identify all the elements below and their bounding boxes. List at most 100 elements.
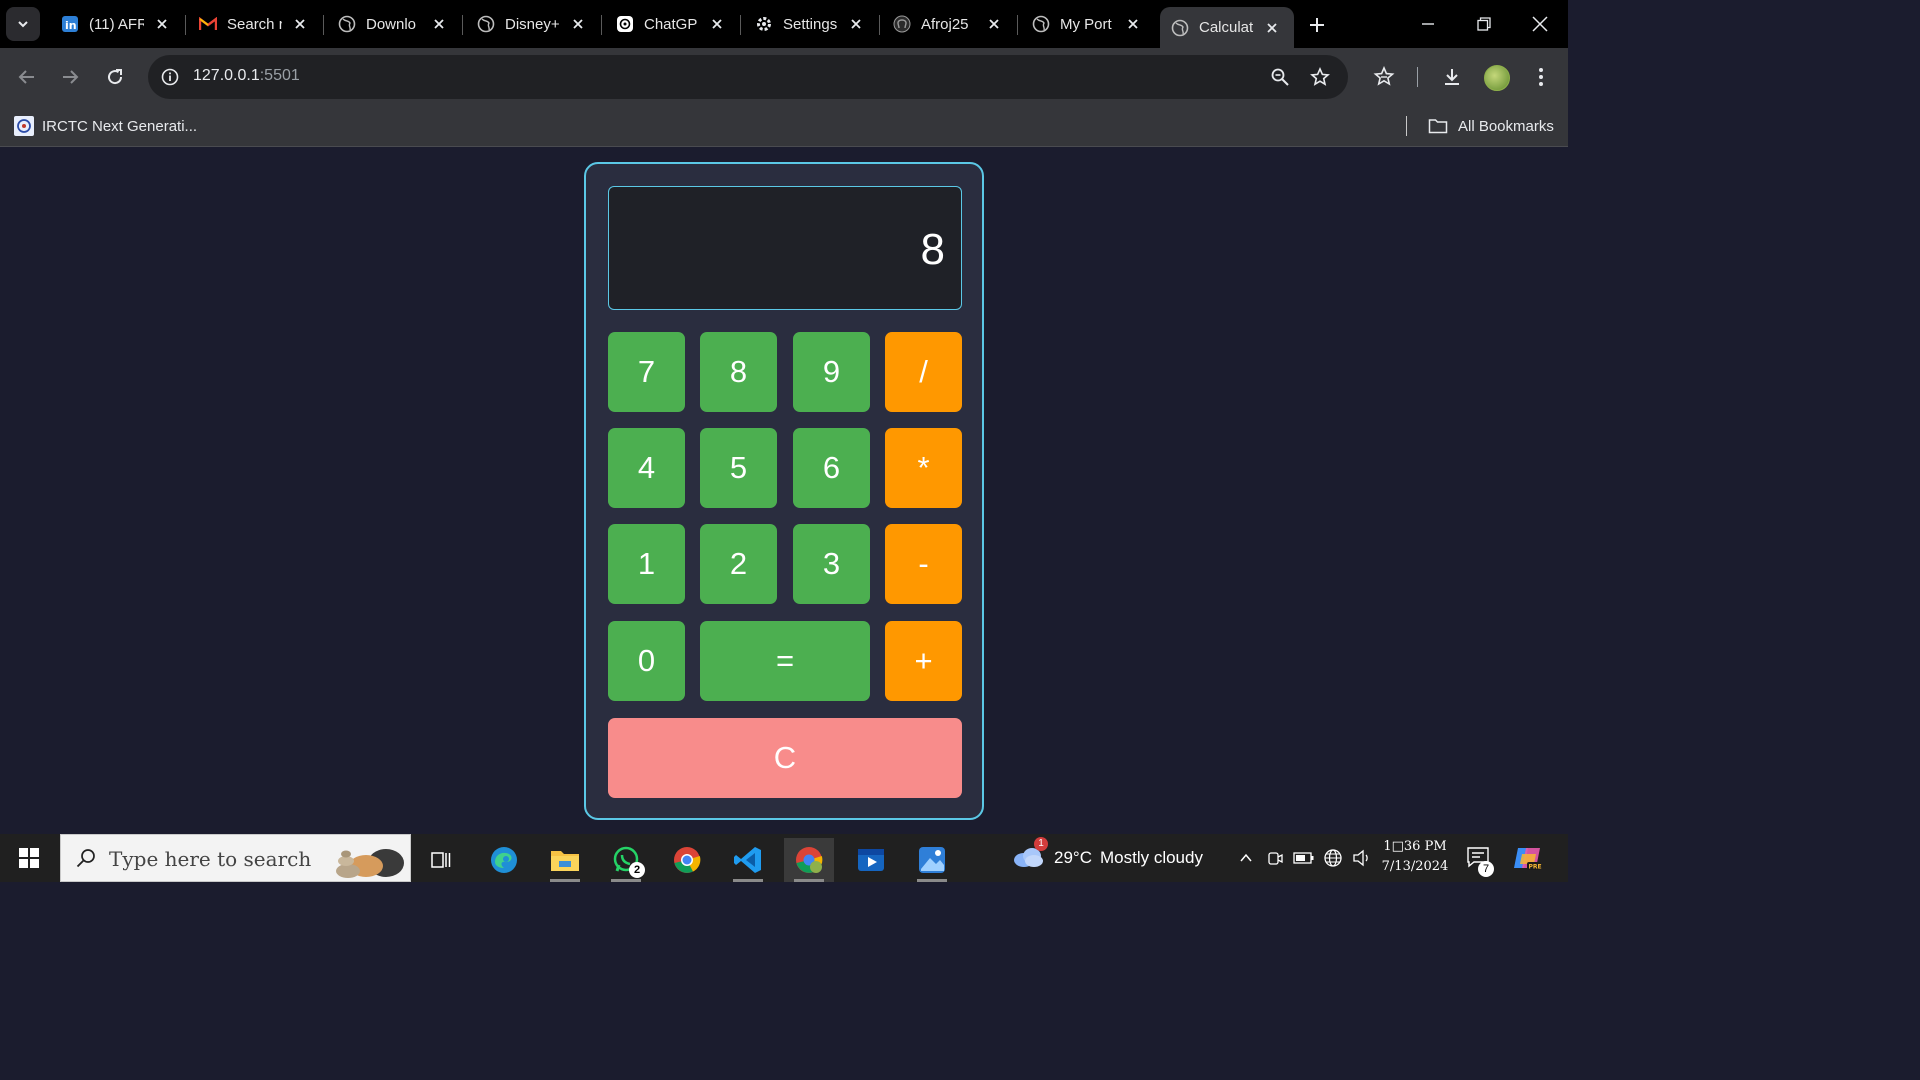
key-multiply[interactable]: *	[885, 428, 962, 508]
restore-icon	[1477, 17, 1491, 31]
globe-icon	[1031, 14, 1051, 34]
key-7[interactable]: 7	[608, 332, 685, 412]
taskbar-vscode[interactable]	[723, 838, 773, 882]
tab-divider	[879, 15, 880, 35]
notification-center[interactable]: 7	[1466, 846, 1494, 877]
tab-my-portfolio[interactable]: My Port	[1021, 7, 1155, 41]
close-icon[interactable]	[984, 14, 1004, 34]
start-button[interactable]	[8, 842, 50, 874]
gear-icon	[754, 14, 774, 34]
key-3[interactable]: 3	[793, 524, 870, 604]
menu-icon[interactable]	[1526, 62, 1556, 92]
tab-search-button[interactable]	[6, 7, 40, 41]
close-icon	[1532, 16, 1548, 32]
copilot-button[interactable]: PRE	[1512, 844, 1542, 877]
key-clear[interactable]: C	[608, 718, 962, 798]
reading-list-icon[interactable]	[1369, 62, 1399, 92]
key-1[interactable]: 1	[608, 524, 685, 604]
calculator: 8 7 8 9 / 4 5 6 * 1 2 3 - 0 = + C	[584, 162, 984, 820]
bookmark-star-icon[interactable]	[1308, 65, 1332, 89]
system-clock[interactable]: 1□36 PM 7/13/2024	[1380, 837, 1450, 877]
key-4[interactable]: 4	[608, 428, 685, 508]
tab-calculator[interactable]: Calculat	[1160, 7, 1294, 48]
tab-title: My Port	[1060, 15, 1112, 33]
clock-date: 7/13/2024	[1381, 859, 1449, 874]
key-equals[interactable]: =	[700, 621, 870, 701]
key-5[interactable]: 5	[700, 428, 777, 508]
taskbar-edge[interactable]	[479, 838, 529, 882]
close-icon[interactable]	[1123, 14, 1143, 34]
forward-button[interactable]	[55, 62, 85, 92]
copilot-icon: PRE	[1514, 848, 1542, 871]
gmail-icon	[198, 14, 218, 34]
close-icon[interactable]	[846, 14, 866, 34]
key-2[interactable]: 2	[700, 524, 777, 604]
address-bar[interactable]: 127.0.0.1:5501	[148, 55, 1348, 99]
plus-icon	[1310, 18, 1324, 32]
search-icon	[75, 847, 97, 874]
back-button[interactable]	[12, 62, 42, 92]
taskbar-chrome-profile[interactable]	[784, 838, 834, 882]
windows-icon	[19, 848, 39, 868]
url-host: 127.0.0.1	[193, 67, 260, 84]
restore-button[interactable]	[1464, 8, 1504, 40]
tab-gmail[interactable]: Search r	[188, 7, 324, 41]
task-view-icon	[431, 852, 451, 868]
tab-divider	[601, 15, 602, 35]
close-icon[interactable]	[429, 14, 449, 34]
cloud-icon: 1	[1012, 836, 1048, 874]
key-add[interactable]: +	[885, 621, 962, 701]
weather-widget[interactable]: 1 29°C Mostly cloudy	[1012, 836, 1203, 874]
key-8[interactable]: 8	[700, 332, 777, 412]
tab-title: Afroj25	[921, 15, 969, 33]
taskbar-whatsapp[interactable]: 2	[601, 838, 651, 882]
tab-github[interactable]: Afroj25	[882, 7, 1018, 41]
network-globe-icon[interactable]	[1321, 846, 1345, 870]
profile-avatar[interactable]	[1484, 65, 1510, 91]
minimize-button[interactable]	[1408, 8, 1448, 40]
taskbar-file-explorer[interactable]	[540, 838, 590, 882]
tab-chatgpt[interactable]: ChatGP	[605, 7, 741, 41]
vscode-icon	[734, 847, 761, 873]
site-info-icon[interactable]	[158, 65, 182, 89]
reload-button[interactable]	[100, 62, 130, 92]
zoom-icon[interactable]	[1268, 65, 1292, 89]
taskbar-photos[interactable]	[907, 838, 957, 882]
key-divide[interactable]: /	[885, 332, 962, 412]
meet-now-icon[interactable]	[1263, 846, 1287, 870]
tab-title: (11) AFR	[89, 15, 144, 33]
whatsapp-badge: 2	[629, 862, 645, 878]
volume-icon[interactable]	[1350, 846, 1374, 870]
bookmark-irctc[interactable]: IRCTC Next Generati...	[14, 112, 197, 140]
key-subtract[interactable]: -	[885, 524, 962, 604]
all-bookmarks-button[interactable]: All Bookmarks	[1428, 112, 1554, 140]
tab-settings[interactable]: Settings	[744, 7, 880, 41]
show-hidden-icons[interactable]	[1234, 846, 1258, 870]
key-0[interactable]: 0	[608, 621, 685, 701]
battery-icon[interactable]	[1292, 846, 1316, 870]
key-9[interactable]: 9	[793, 332, 870, 412]
downloads-icon[interactable]	[1437, 62, 1467, 92]
close-icon[interactable]	[1262, 18, 1282, 38]
close-window-button[interactable]	[1520, 8, 1560, 40]
tab-downloads[interactable]: Downlo	[327, 7, 463, 41]
new-tab-button[interactable]	[1302, 10, 1332, 40]
search-highlight-image	[316, 841, 406, 884]
taskbar-chrome[interactable]	[662, 838, 712, 882]
tab-title: Settings	[783, 15, 838, 33]
chrome-profile-icon	[796, 847, 823, 873]
taskbar-search[interactable]: Type here to search	[60, 834, 411, 882]
key-6[interactable]: 6	[793, 428, 870, 508]
close-icon[interactable]	[152, 14, 172, 34]
close-icon[interactable]	[290, 14, 310, 34]
tab-title: Disney+	[505, 15, 560, 33]
taskbar-media-player[interactable]	[846, 838, 896, 882]
task-view-button[interactable]	[416, 838, 466, 882]
globe-icon	[476, 14, 496, 34]
tab-linkedin[interactable]: in (11) AFR	[50, 7, 186, 41]
clock-time: 1□36 PM	[1383, 839, 1447, 854]
close-icon[interactable]	[568, 14, 588, 34]
close-icon[interactable]	[707, 14, 727, 34]
chevron-down-icon	[18, 21, 28, 28]
tab-disney[interactable]: Disney+	[466, 7, 602, 41]
